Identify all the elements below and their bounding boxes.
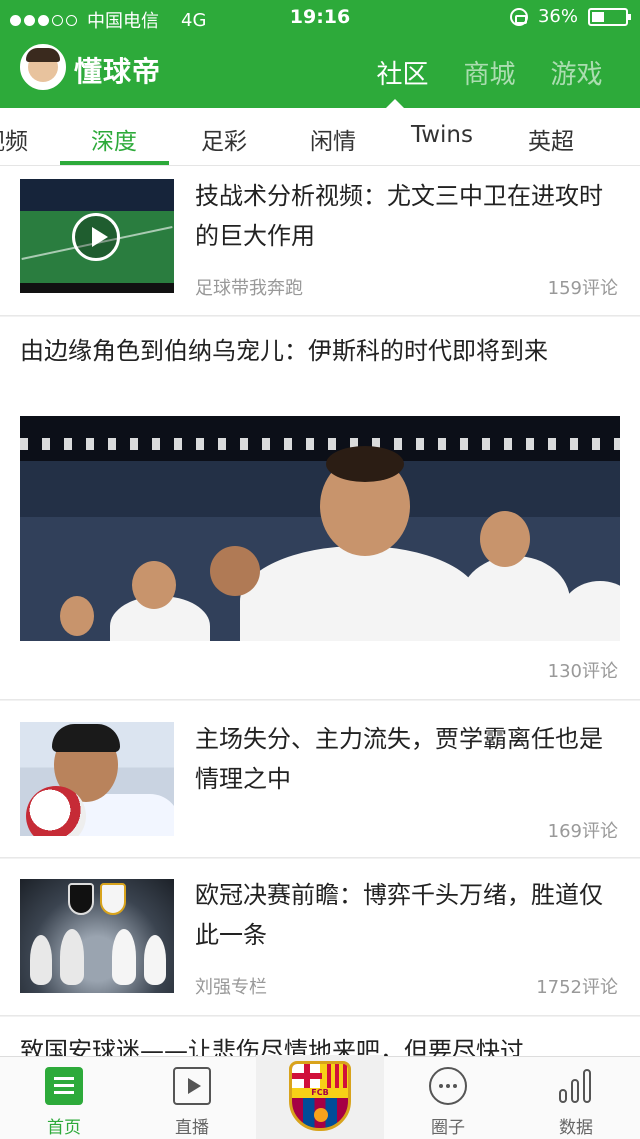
user-avatar[interactable] <box>20 44 66 90</box>
app-logo: 懂球帝 <box>74 55 162 88</box>
bottom-tab-circle[interactable]: 圈子 <box>384 1057 512 1139</box>
battery-percent: 36% <box>537 6 578 27</box>
news-card[interactable]: 致国安球迷——让悲伤尽情地来吧，但要尽快过 <box>0 1017 640 1056</box>
home-icon <box>45 1067 83 1105</box>
header-nav: 社区 商城 游戏 <box>359 54 640 91</box>
status-right: 36% <box>509 6 631 27</box>
news-title[interactable]: 欧冠决赛前瞻：博弈千头万绪，胜道仅此一条 <box>195 875 620 955</box>
nav-community[interactable]: 社区 <box>359 54 446 91</box>
tab-video[interactable]: 视频 <box>0 122 60 156</box>
news-thumbnail[interactable] <box>20 879 174 993</box>
bottom-tab-label: 直播 <box>175 1118 209 1138</box>
data-icon <box>557 1067 595 1105</box>
comment-count: 169评论 <box>547 821 618 842</box>
barca-crest-icon: FCB <box>289 1061 351 1131</box>
bottom-tab-live[interactable]: 直播 <box>128 1057 256 1139</box>
news-title[interactable]: 主场失分、主力流失，贾学霸离任也是情理之中 <box>195 719 620 799</box>
tab-lottery[interactable]: 足彩 <box>169 122 279 156</box>
news-title[interactable]: 由边缘角色到伯纳乌宠儿：伊斯科的时代即将到来 <box>20 331 620 371</box>
tab-premier-league[interactable]: 英超 <box>496 122 606 156</box>
bottom-tab-label: 圈子 <box>431 1118 465 1138</box>
news-source[interactable]: 足球带我奔跑 <box>195 274 303 300</box>
news-feed: 技战术分析视频：尤文三中卫在进攻时的巨大作用 足球带我奔跑 159评论 由边缘角… <box>0 166 640 1056</box>
nav-active-indicator <box>386 99 404 108</box>
tab-active-underline <box>60 161 169 165</box>
bottom-tab-label: 首页 <box>47 1118 81 1138</box>
bottom-nav: 首页 直播 FCB 圈子 数据 <box>0 1055 640 1139</box>
app-header: 懂球帝 社区 商城 游戏 <box>0 36 640 108</box>
news-source[interactable]: 刘强专栏 <box>195 973 267 999</box>
status-bar: 中国电信 4G 19:16 36% <box>0 0 640 36</box>
play-icon[interactable] <box>72 213 120 261</box>
bottom-tab-data[interactable]: 数据 <box>512 1057 640 1139</box>
tab-depth[interactable]: 深度 <box>59 122 169 156</box>
nav-store[interactable]: 商城 <box>446 54 533 91</box>
news-card[interactable]: 主场失分、主力流失，贾学霸离任也是情理之中 169评论 <box>0 701 640 858</box>
news-title[interactable]: 技战术分析视频：尤文三中卫在进攻时的巨大作用 <box>195 176 620 256</box>
nav-games[interactable]: 游戏 <box>533 54 620 91</box>
comment-count: 130评论 <box>547 661 618 682</box>
comment-count: 1752评论 <box>536 977 618 998</box>
news-image[interactable] <box>20 416 620 641</box>
tab-leisure[interactable]: 闲情 <box>278 122 388 156</box>
top-bar: 中国电信 4G 19:16 36% 懂球帝 社区 商城 游戏 <box>0 0 640 108</box>
bottom-tab-club[interactable]: FCB <box>256 1055 384 1139</box>
category-tabs: 视频 深度 足彩 闲情 Twins 英超 西 <box>0 108 640 166</box>
video-thumbnail[interactable] <box>20 179 174 293</box>
news-card[interactable]: 欧冠决赛前瞻：博弈千头万绪，胜道仅此一条 刘强专栏 1752评论 <box>0 859 640 1016</box>
bottom-tab-home[interactable]: 首页 <box>0 1057 128 1139</box>
news-thumbnail[interactable] <box>20 722 174 836</box>
news-title[interactable]: 致国安球迷——让悲伤尽情地来吧，但要尽快过 <box>20 1031 620 1056</box>
bottom-tab-label: 数据 <box>559 1118 593 1138</box>
comment-count: 159评论 <box>547 278 618 299</box>
tab-twins[interactable]: Twins <box>387 122 497 148</box>
battery-icon <box>588 7 631 26</box>
chat-icon <box>429 1067 467 1105</box>
news-card[interactable]: 技战术分析视频：尤文三中卫在进攻时的巨大作用 足球带我奔跑 159评论 <box>0 166 640 316</box>
news-card[interactable]: 由边缘角色到伯纳乌宠儿：伊斯科的时代即将到来 130评论 <box>0 317 640 700</box>
live-icon <box>173 1067 211 1105</box>
tab-la-liga[interactable]: 西 <box>605 122 640 156</box>
orientation-lock-icon <box>509 7 528 26</box>
